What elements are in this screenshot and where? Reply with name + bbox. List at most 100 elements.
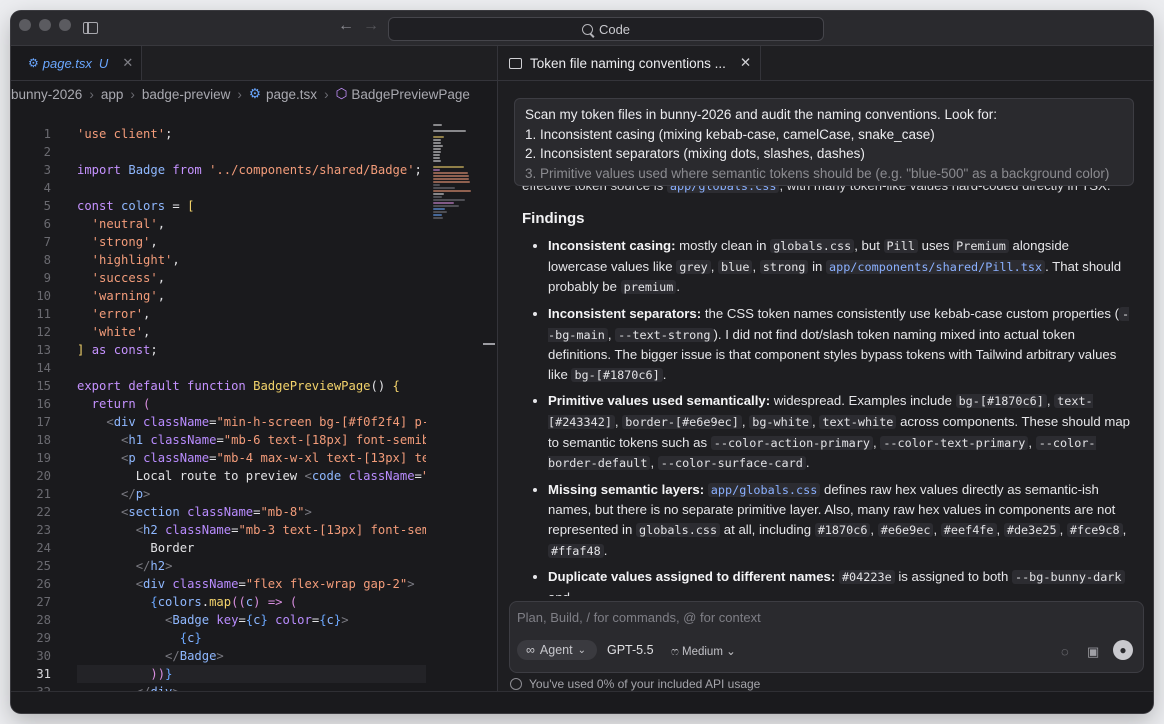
code-line[interactable]: 2 xyxy=(11,143,497,161)
minimap[interactable] xyxy=(433,124,473,244)
line-number: 9 xyxy=(43,271,51,285)
code-line[interactable]: 20 Local route to preview <code classNam… xyxy=(11,467,497,485)
microphone-icon[interactable]: ● xyxy=(1113,640,1133,660)
close-tab-icon[interactable]: ✕ xyxy=(740,55,751,71)
code-line[interactable]: 10 'warning', xyxy=(11,287,497,305)
model-selector[interactable]: GPT-5.5 xyxy=(607,643,654,657)
command-search-bar[interactable]: Code xyxy=(388,17,824,41)
line-number: 20 xyxy=(36,469,51,483)
mode-label: Agent xyxy=(539,643,573,657)
breadcrumb-item[interactable]: badge-preview xyxy=(142,87,231,102)
code-text: </p> xyxy=(77,485,426,503)
code-line[interactable]: 7 'strong', xyxy=(11,233,497,251)
file-link[interactable]: app/globals.css xyxy=(707,482,821,497)
code-line[interactable]: 30 </Badge> xyxy=(11,647,497,665)
code-line[interactable]: 26 <div className="flex flex-wrap gap-2"… xyxy=(11,575,497,593)
code-line[interactable]: 16 return ( xyxy=(11,395,497,413)
finding-item: Missing semantic layers: app/globals.css… xyxy=(548,480,1132,561)
scrollbar-marker[interactable] xyxy=(483,343,495,345)
user-prompt-message[interactable]: Scan my token files in bunny-2026 and au… xyxy=(514,98,1134,186)
image-attach-icon[interactable]: ▣ xyxy=(1087,644,1099,660)
file-link[interactable]: app/components/shared/Pill.tsx xyxy=(826,259,1046,274)
code-text: </Badge> xyxy=(77,647,426,665)
code-token: "mb-6 text-[18px] font-semibold" xyxy=(223,433,426,447)
code-line[interactable]: 14 xyxy=(11,359,497,377)
agent-chat-panel: Token file naming conventions ... ✕ Scan… xyxy=(498,46,1153,691)
code-token: , xyxy=(157,271,166,285)
minimap-line xyxy=(433,199,466,201)
minimap-line xyxy=(433,136,445,138)
line-number: 24 xyxy=(36,541,51,555)
line-number: 25 xyxy=(36,559,51,573)
code-token: ; xyxy=(165,127,173,141)
code-line[interactable]: 21 </p> xyxy=(11,485,497,503)
minimap-line xyxy=(433,196,443,198)
zoom-window-button[interactable] xyxy=(59,19,71,31)
text: and xyxy=(548,590,570,596)
breadcrumb-item[interactable]: page.tsx xyxy=(266,87,317,102)
code-line[interactable]: 6 'neutral', xyxy=(11,215,497,233)
code-token: "min-h-screen bg-[#f0f2f4] p-8" xyxy=(216,415,426,429)
chat-tabbar: Token file naming conventions ... ✕ xyxy=(498,46,1153,81)
breadcrumb-item[interactable]: app xyxy=(101,87,124,102)
code-line[interactable]: 1 'use client'; xyxy=(11,125,497,143)
code-line[interactable]: 4 xyxy=(11,179,497,197)
arrow-left-icon[interactable]: ← xyxy=(338,17,354,35)
code-line[interactable]: 9 'success', xyxy=(11,269,497,287)
composer-input[interactable]: Plan, Build, / for commands, @ for conte… xyxy=(517,610,761,625)
code-line[interactable]: 19 <p className="mb-4 max-w-xl text-[13p… xyxy=(11,449,497,467)
inline-code: strong xyxy=(759,259,809,274)
minimap-line xyxy=(433,193,445,195)
minimap-line xyxy=(433,166,464,168)
effort-label: Medium xyxy=(682,646,723,658)
line-number: 28 xyxy=(36,613,51,627)
sidebar-toggle-icon[interactable] xyxy=(83,22,98,34)
code-line[interactable]: 12 'white', xyxy=(11,323,497,341)
code-line[interactable]: 11 'error', xyxy=(11,305,497,323)
code-line[interactable]: 23 <h2 className="mb-3 text-[13px] font-… xyxy=(11,521,497,539)
inline-code: #e6e9ec xyxy=(877,522,934,537)
code-line[interactable]: 8 'highlight', xyxy=(11,251,497,269)
code-area[interactable]: 1'use client'; 2 3 import Badge from '../co… xyxy=(11,125,497,699)
code-token: h2 xyxy=(150,559,166,573)
composer[interactable]: Plan, Build, / for commands, @ for conte… xyxy=(509,601,1144,673)
code-line[interactable]: 24 Border xyxy=(11,539,497,557)
code-line[interactable]: 22 <section className="mb-8"> xyxy=(11,503,497,521)
code-line[interactable]: 28 <Badge key={c} color={c}> xyxy=(11,611,497,629)
code-line[interactable]: 25 </h2> xyxy=(11,557,497,575)
tab-page-tsx[interactable]: ⚙ page.tsx U ✕ xyxy=(11,46,142,80)
code-text: 'error', xyxy=(77,305,426,323)
code-line[interactable]: 13] as const; xyxy=(11,341,497,359)
inline-code: --color-surface-card xyxy=(657,456,806,471)
breadcrumb-item[interactable]: BadgePreviewPage xyxy=(351,87,470,102)
code-token: </ xyxy=(77,559,151,573)
code-line[interactable]: 15 export default function BadgePreviewPa… xyxy=(11,377,497,395)
assistant-response: effective token source is app/globals.cs… xyxy=(522,184,1132,596)
code-line[interactable]: 18 <h1 className="mb-6 text-[18px] font-… xyxy=(11,431,497,449)
text: in xyxy=(808,258,826,274)
inline-code: --color-text-primary xyxy=(880,435,1029,450)
code-token: </ xyxy=(77,487,136,501)
arrow-right-icon[interactable]: → xyxy=(363,17,379,35)
mode-selector[interactable]: ∞ Agent ⌄ xyxy=(517,640,597,660)
breadcrumb-item[interactable]: bunny-2026 xyxy=(11,87,82,102)
code-line[interactable]: 31 ))} xyxy=(11,665,497,683)
code-line[interactable]: 5 const colors = [ xyxy=(11,197,497,215)
search-label: Code xyxy=(598,21,631,37)
tab-chat[interactable]: Token file naming conventions ... ✕ xyxy=(498,46,761,80)
close-window-button[interactable] xyxy=(19,19,31,31)
minimap-line xyxy=(433,202,454,204)
code-token: = xyxy=(238,577,246,591)
code-line[interactable]: 3 import Badge from '../components/shared… xyxy=(11,161,497,179)
code-line[interactable]: 27 {colors.map((c) => ( xyxy=(11,593,497,611)
code-text: const colors = [ xyxy=(77,197,426,215)
minimize-window-button[interactable] xyxy=(39,19,51,31)
text: , xyxy=(933,521,941,537)
close-tab-icon[interactable]: ✕ xyxy=(122,55,133,71)
effort-selector[interactable]: ෆ Medium ⌄ xyxy=(671,644,736,659)
code-line[interactable]: 29 {c} xyxy=(11,629,497,647)
code-line[interactable]: 17 <div className="min-h-screen bg-[#f0f… xyxy=(11,413,497,431)
inline-code: #04223e xyxy=(838,570,895,585)
brain-icon: ෆ xyxy=(671,646,679,658)
code-token: div xyxy=(143,577,173,591)
